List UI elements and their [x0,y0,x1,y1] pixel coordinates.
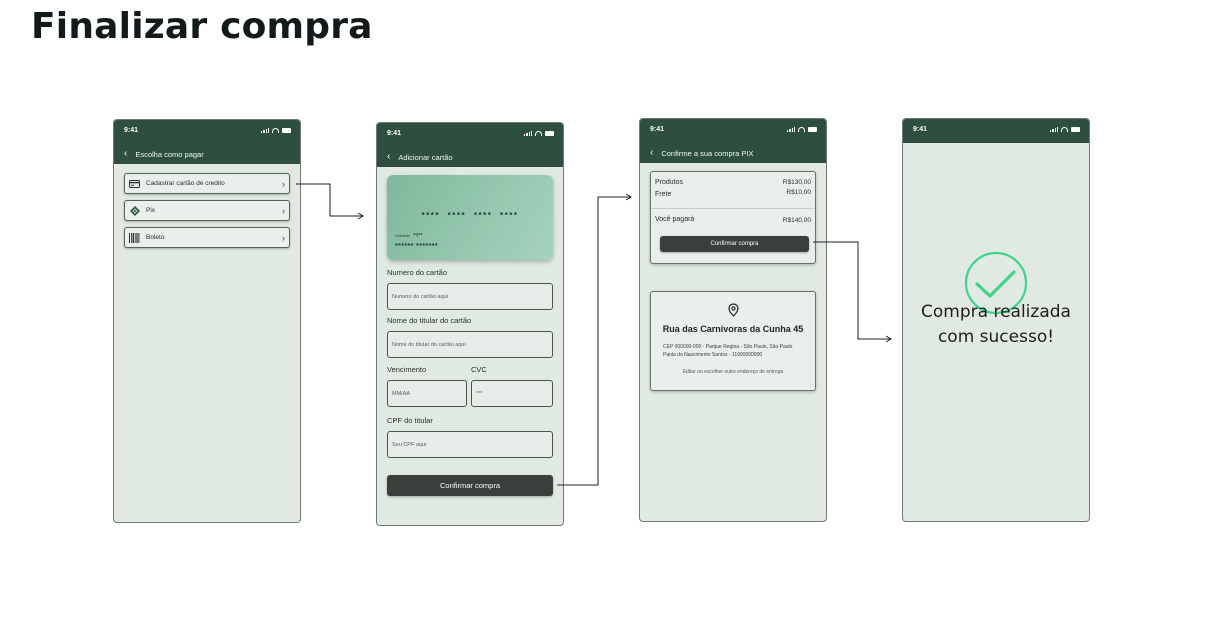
status-bar: 9:41 [377,123,563,147]
app-header: 9:41 ‹ Escolha como pagar [114,120,300,164]
card-icon [129,178,140,189]
card-number-input[interactable]: Numero do cartão aqui [387,283,553,310]
total-label: Você pagará [655,216,695,223]
confirm-purchase-button[interactable]: Confirmar compra [660,236,809,252]
address-line-cep: CEP 000000-000 - Parque Regina - São Pau… [663,344,793,350]
nav-bar: ‹ Confirme a sua compra PIX [640,143,826,163]
battery-icon [282,128,291,133]
location-pin-icon [728,303,739,317]
success-line-1: Compra realizada [921,302,1071,322]
validity-label: Validade [395,233,411,238]
status-icons [787,127,817,132]
credit-card-preview: **** **** **** **** Validade **/** ******… [387,175,553,260]
app-header: 9:41 [903,119,1089,143]
status-time: 9:41 [913,126,928,133]
nav-bar: ‹ Escolha como pagar [114,144,300,164]
screen-success: 9:41 Compra realizada com sucesso! [902,118,1090,522]
status-icons [524,131,554,136]
screen-add-card: 9:41 ‹ Adicionar cartão **** **** **** *… [376,122,564,526]
cpf-label: CPF do titular [387,416,433,425]
pix-icon [129,205,140,216]
shipping-label: Frete [655,191,672,198]
card-validity: Validade **/** [395,233,422,239]
success-message: Compra realizada com sucesso! [903,300,1089,350]
expiry-input[interactable]: MM/AA [387,380,467,407]
option-pix[interactable]: Pix › [124,200,290,221]
card-number-masked: **** **** **** **** [421,211,519,220]
signal-icon [1050,127,1058,132]
option-label: Boleto [146,234,165,241]
holder-name-label: Nome do titular do cartão [387,316,472,325]
status-icons [1050,127,1080,132]
card-holder-masked: ****** ******* [395,243,438,250]
screen-confirm-pix: 9:41 ‹ Confirme a sua compra PIX Produto… [639,118,827,522]
status-time: 9:41 [650,126,665,133]
wifi-icon [535,131,542,136]
option-label: Pix [146,207,156,214]
validity-value: **/** [413,233,423,239]
option-label: Cadastrar cartão de credito [146,180,225,187]
battery-icon [808,127,817,132]
summary-divider [651,208,815,209]
status-bar: 9:41 [640,119,826,143]
signal-icon [524,131,532,136]
option-credit-card[interactable]: Cadastrar cartão de credito › [124,173,290,194]
edit-address-link[interactable]: Editar ou escolher outro endereço de ent… [651,369,815,375]
nav-title: Escolha como pagar [135,149,204,159]
screen-payment-method: 9:41 ‹ Escolha como pagar Cadastrar cart… [113,119,301,523]
wifi-icon [798,127,805,132]
back-icon[interactable]: ‹ [650,148,653,158]
address-line-recipient: Paola do Nascimento Santos - 11900000000 [663,352,763,358]
chevron-right-icon: › [282,178,285,189]
cvc-label: CVC [471,365,487,374]
chevron-right-icon: › [282,205,285,216]
barcode-icon [129,232,140,243]
products-value: R$130,00 [782,179,811,186]
success-line-2: com sucesso! [937,327,1055,347]
status-bar: 9:41 [114,120,300,144]
expiry-label: Vencimento [387,365,427,374]
total-value: R$140,00 [782,217,811,224]
holder-name-input[interactable]: Nome do titular do cartão aqui [387,331,553,358]
nav-bar: ‹ Adicionar cartão [377,147,563,167]
status-bar: 9:41 [903,119,1089,143]
back-icon[interactable]: ‹ [124,149,127,159]
address-title: Rua das Carnívoras da Cunha 45 [662,324,804,334]
order-summary: Produtos R$130,00 Frete R$10,00 Você pag… [650,171,816,264]
nav-title: Adicionar cartão [398,152,453,162]
signal-icon [787,127,795,132]
app-header: 9:41 ‹ Adicionar cartão [377,123,563,167]
products-label: Produtos [655,179,684,186]
wifi-icon [1061,127,1068,132]
chevron-right-icon: › [282,232,285,243]
status-icons [261,128,291,133]
card-number-label: Numero do cartão [387,268,448,277]
page-title: Finalizar compra [31,6,373,47]
cpf-input[interactable]: Seu CPF aqui [387,431,553,458]
signal-icon [261,128,269,133]
wifi-icon [272,128,279,133]
delivery-address-card: Rua das Carnívoras da Cunha 45 CEP 00000… [650,291,816,391]
battery-icon [1071,127,1080,132]
status-time: 9:41 [124,127,139,134]
nav-title: Confirme a sua compra PIX [661,148,754,158]
cvc-input[interactable]: *** [471,380,553,407]
shipping-value: R$10,00 [786,189,811,196]
confirm-purchase-button[interactable]: Confirmar compra [387,475,553,496]
status-time: 9:41 [387,130,402,137]
battery-icon [545,131,554,136]
app-header: 9:41 ‹ Confirme a sua compra PIX [640,119,826,163]
back-icon[interactable]: ‹ [387,152,390,162]
option-boleto[interactable]: Boleto › [124,227,290,248]
